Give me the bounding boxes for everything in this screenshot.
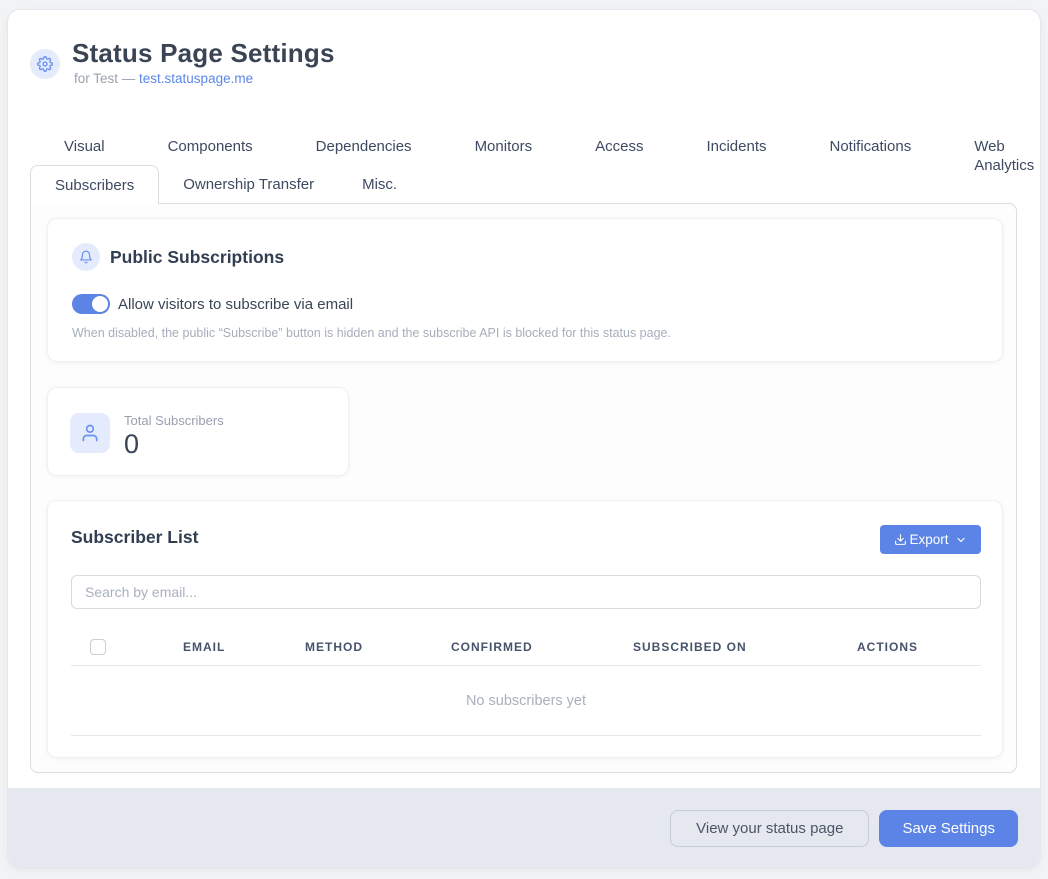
page-title: Status Page Settings [72,38,335,69]
chevron-down-icon [955,534,967,546]
save-settings-button[interactable]: Save Settings [879,810,1018,847]
tab-subscribers-active[interactable]: Subscribers [30,165,159,204]
subscriber-list-card: Subscriber List Export EMAIL METHOD [47,500,1003,758]
subscribers-tab-panel: Public Subscriptions Allow visitors to s… [30,203,1017,773]
tab-bar-secondary: Subscribers Ownership Transfer Misc. [30,165,421,204]
tab-ownership-transfer[interactable]: Ownership Transfer [159,165,338,203]
tab-monitors[interactable]: Monitors [467,137,541,175]
column-header-method: METHOD [305,640,363,654]
view-status-page-button[interactable]: View your status page [670,810,869,847]
total-subscribers-label: Total Subscribers [124,413,224,428]
footer-bar: View your status page Save Settings [8,788,1040,868]
page-subtitle: for Test — test.statuspage.me [74,71,253,86]
column-header-email: EMAIL [183,640,225,654]
public-subscriptions-card: Public Subscriptions Allow visitors to s… [47,218,1003,362]
status-page-link[interactable]: test.statuspage.me [139,71,253,86]
search-input[interactable] [71,575,981,609]
settings-card: Status Page Settings for Test — test.sta… [8,10,1040,868]
column-header-confirmed: CONFIRMED [451,640,533,654]
gear-icon [30,49,60,79]
export-button[interactable]: Export [880,525,981,554]
subscribe-toggle-label: Allow visitors to subscribe via email [118,296,353,313]
column-header-actions: ACTIONS [857,640,918,654]
user-icon [70,413,110,453]
download-icon [894,533,907,546]
tab-notifications[interactable]: Notifications [822,137,920,175]
total-subscribers-card: Total Subscribers 0 [47,387,349,476]
empty-state: No subscribers yet [71,666,981,736]
select-all-checkbox[interactable] [90,639,106,655]
subscriber-table: EMAIL METHOD CONFIRMED SUBSCRIBED ON ACT… [71,631,981,736]
column-header-subscribed-on: SUBSCRIBED ON [633,640,747,654]
export-label: Export [909,532,948,547]
tab-access[interactable]: Access [587,137,651,175]
tab-misc[interactable]: Misc. [338,165,421,203]
tab-incidents[interactable]: Incidents [698,137,774,175]
total-subscribers-value: 0 [124,429,139,460]
subscribe-toggle[interactable] [72,294,110,314]
bell-icon [72,243,100,271]
toggle-knob [92,296,108,312]
subscribe-help-text: When disabled, the public “Subscribe” bu… [72,326,671,340]
public-subscriptions-title: Public Subscriptions [110,247,284,268]
tab-web-analytics[interactable]: Web Analytics [966,137,1042,175]
table-header-row: EMAIL METHOD CONFIRMED SUBSCRIBED ON ACT… [71,631,981,666]
subtitle-prefix: for Test — [74,71,139,86]
subscriber-list-title: Subscriber List [71,527,198,548]
